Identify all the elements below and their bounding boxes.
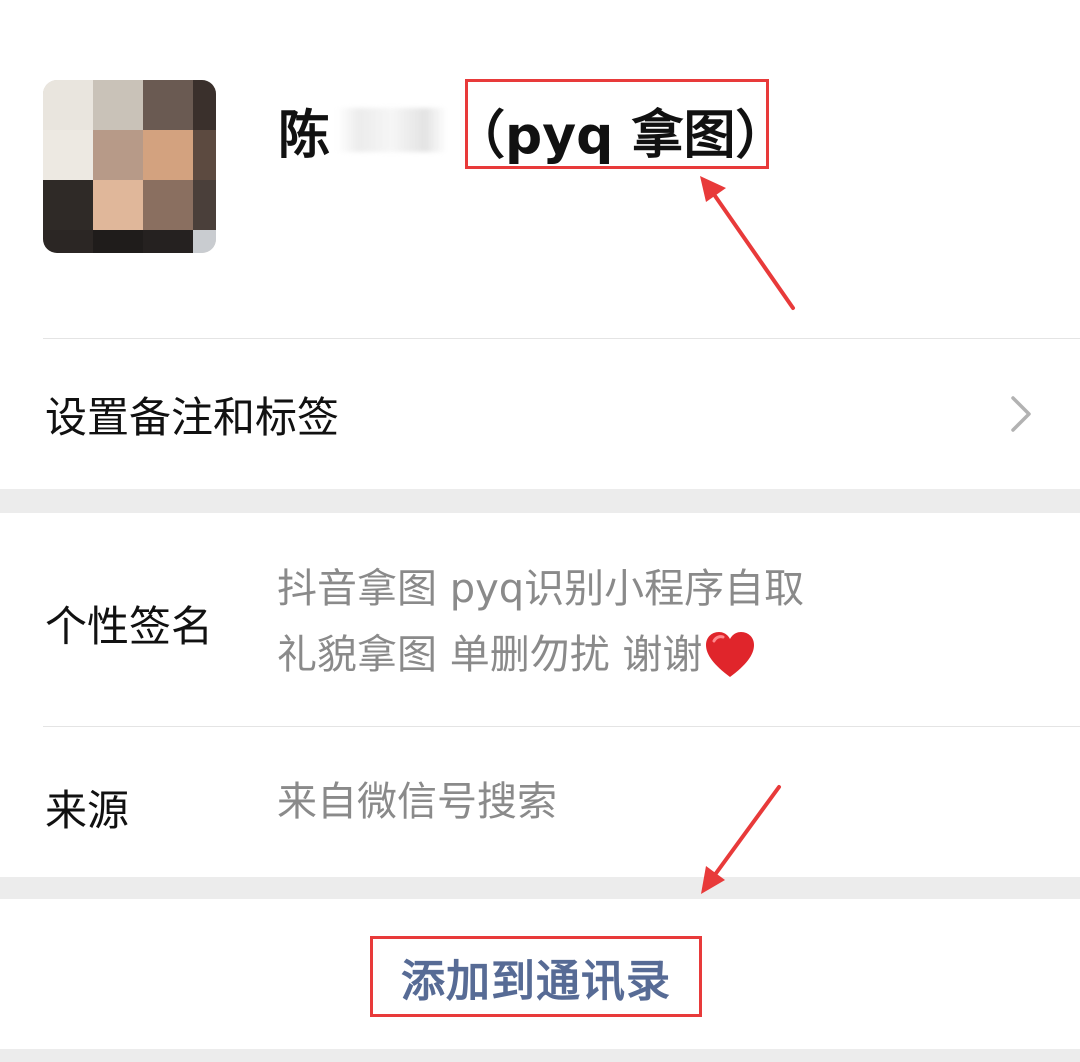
signature-line-2: 礼貌拿图 单删勿扰 谢谢 (277, 622, 804, 688)
nickname-redacted (337, 108, 448, 152)
nickname-suffix: （pyq 拿图） (453, 105, 788, 166)
add-contact-row: 添加到通讯录 (0, 899, 1080, 1049)
source-label: 来源 (45, 786, 130, 835)
section-gap (0, 877, 1080, 899)
avatar-mosaic-cell (43, 230, 93, 253)
section-gap (0, 1049, 1080, 1062)
remark-label: 设置备注和标签 (45, 392, 340, 442)
signature-row: 个性签名 抖音拿图 pyq识别小程序自取 礼貌拿图 单删勿扰 谢谢 (0, 513, 1080, 726)
avatar-mosaic-cell (93, 80, 143, 130)
contact-profile-page: 陈 （pyq 拿图） 设置备注和标签 个性签名 抖音拿图 pyq识别小程序自取 … (0, 0, 1080, 1062)
signature-line-2-text: 礼貌拿图 单删勿扰 谢谢 (277, 632, 703, 678)
signature-label: 个性签名 (45, 602, 214, 651)
profile-header: 陈 （pyq 拿图） (0, 0, 1080, 338)
avatar[interactable] (43, 80, 216, 253)
add-to-contacts-button[interactable]: 添加到通讯录 (370, 936, 702, 1017)
section-gap (0, 489, 1080, 513)
avatar-mosaic-cell (143, 230, 193, 253)
avatar-mosaic-cell (143, 80, 193, 130)
avatar-mosaic-cell (143, 180, 193, 230)
avatar-mosaic-cell (193, 230, 216, 253)
avatar-mosaic-cell (93, 130, 143, 180)
source-value: 来自微信号搜索 (277, 779, 557, 825)
avatar-mosaic-cell (93, 180, 143, 230)
set-remark-and-tags-row[interactable]: 设置备注和标签 (0, 339, 1080, 489)
avatar-mosaic-cell (43, 130, 93, 180)
avatar-mosaic-cell (193, 130, 216, 180)
avatar-mosaic-cell (193, 180, 216, 230)
avatar-mosaic-cell (93, 230, 143, 253)
avatar-mosaic-cell (43, 80, 93, 130)
nickname-prefix: 陈 (278, 105, 332, 166)
source-row: 来源 来自微信号搜索 (0, 727, 1080, 877)
nickname: 陈 （pyq 拿图） (278, 90, 787, 170)
signature-line-1: 抖音拿图 pyq识别小程序自取 (277, 566, 805, 612)
chevron-right-icon (1011, 396, 1031, 432)
red-heart-emoji (706, 632, 755, 677)
avatar-mosaic-cell (43, 180, 93, 230)
avatar-mosaic-cell (143, 130, 193, 180)
signature-value: 抖音拿图 pyq识别小程序自取 礼貌拿图 单删勿扰 谢谢 (277, 556, 804, 688)
avatar-mosaic-cell (193, 80, 216, 130)
